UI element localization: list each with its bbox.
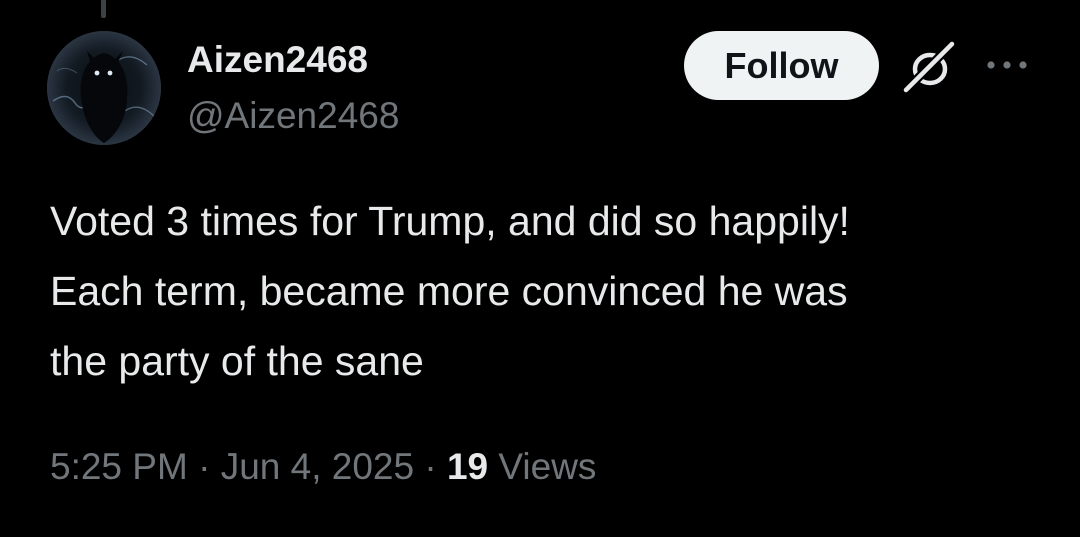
views-label[interactable]: Views [498,446,596,487]
tweet-text-line: the party of the sane [50,338,424,384]
avatar[interactable] [47,31,161,145]
views-count[interactable]: 19 [447,446,488,487]
meta-separator: · [424,446,437,487]
more-options-icon[interactable] [984,50,1030,80]
tweet-time[interactable]: 5:25 PM [50,446,188,487]
tweet-text-line: Each term, became more convinced he was [50,268,848,314]
user-handle[interactable]: @Aizen2468 [187,94,399,138]
tweet-text: Voted 3 times for Trump, and did so happ… [50,186,1050,396]
display-name[interactable]: Aizen2468 [187,38,368,82]
avatar-image [47,31,161,145]
tweet-meta: 5:25 PM · Jun 4, 2025 · 19 Views [50,444,596,490]
follow-button[interactable]: Follow [684,31,879,100]
tweet-text-line: Voted 3 times for Trump, and did so happ… [50,198,850,244]
meta-separator: · [198,446,211,487]
tweet-date[interactable]: Jun 4, 2025 [221,446,414,487]
grok-icon[interactable] [900,39,957,95]
thread-connector-line [101,0,106,18]
